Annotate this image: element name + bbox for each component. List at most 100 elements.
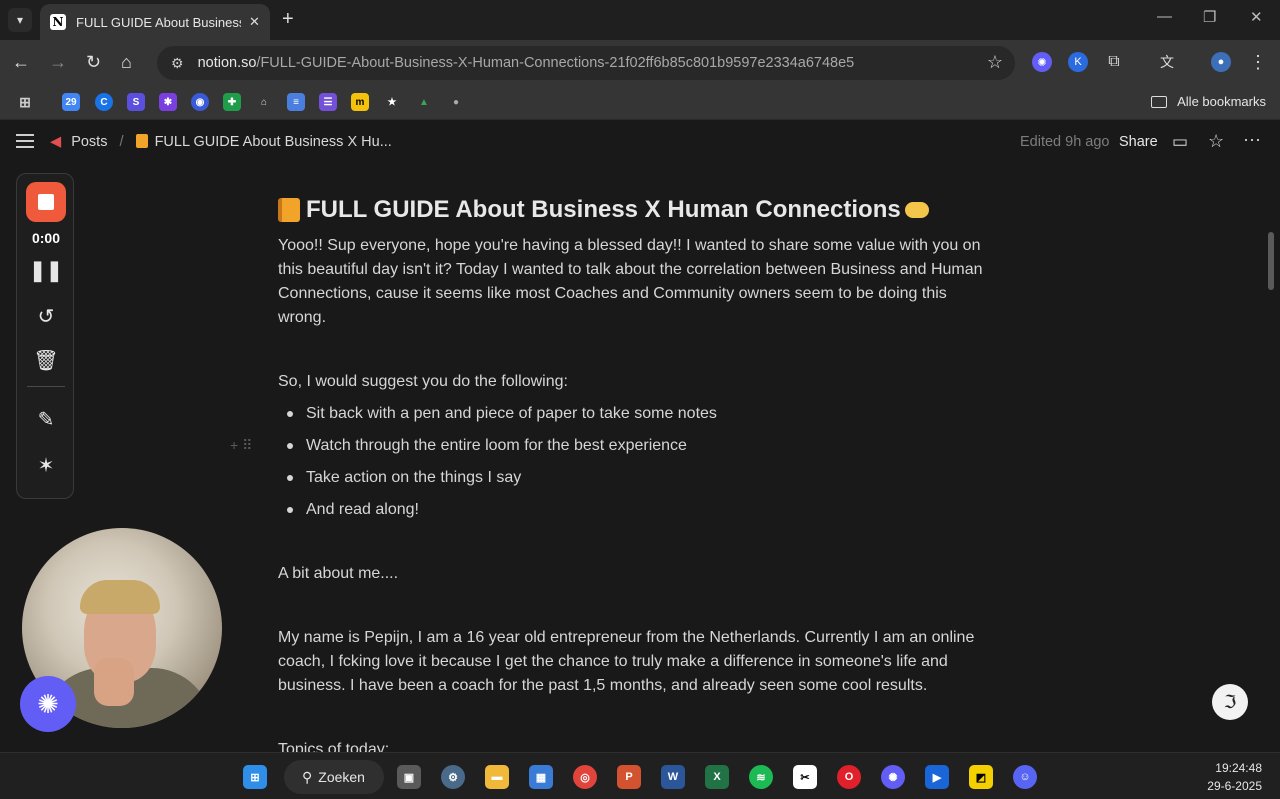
about-line: business. I have been a coach for the pa…	[278, 677, 928, 694]
capcut-icon[interactable]: ✂	[793, 765, 817, 789]
block-drag-handle-icon[interactable]: + ⠿	[230, 437, 252, 454]
back-icon[interactable]: ←	[12, 52, 30, 73]
bookmark-globe-icon[interactable]: ◉	[191, 93, 209, 111]
reload-icon[interactable]: ↻	[86, 52, 101, 73]
tab-close-icon[interactable]: ✕	[249, 14, 260, 30]
restore-icon[interactable]: ❐	[1203, 8, 1216, 26]
comments-icon[interactable]: ▭	[1172, 132, 1188, 152]
about-heading[interactable]: A bit about me....	[278, 562, 398, 586]
list-item[interactable]: And read along!	[278, 498, 717, 530]
store-icon[interactable]: ▦	[529, 765, 553, 789]
list-item[interactable]: Take action on the things I say	[278, 466, 717, 498]
app-icon[interactable]: ▶	[925, 765, 949, 789]
about-paragraph[interactable]: My name is Pepijn, I am a 16 year old en…	[278, 626, 974, 698]
bookmark-home-icon[interactable]: ⌂	[255, 93, 273, 111]
delete-icon[interactable]: 🗑	[17, 348, 75, 373]
favorite-star-icon[interactable]: ☆	[1208, 131, 1224, 152]
note-icon	[135, 134, 148, 148]
bookmark-s-icon[interactable]: S	[127, 93, 145, 111]
calendar-bookmark-icon[interactable]: 29	[62, 93, 80, 111]
draw-icon[interactable]: ✎	[17, 407, 75, 432]
bookmark-docs-icon[interactable]: ≡	[287, 93, 305, 111]
apps-grid-icon[interactable]: ⊞	[16, 93, 34, 111]
breadcrumb-page[interactable]: FULL GUIDE About Business X Hu...	[155, 134, 392, 150]
settings-icon[interactable]: ⚙	[441, 765, 465, 789]
new-tab-button[interactable]: +	[282, 8, 294, 31]
bookmark-star-icon[interactable]: ★	[383, 93, 401, 111]
loom-taskbar-icon[interactable]: ✺	[881, 765, 905, 789]
sticky-notes-icon[interactable]: ◩	[969, 765, 993, 789]
spotify-icon[interactable]: ≋	[749, 765, 773, 789]
start-icon[interactable]: ⊞	[243, 765, 267, 789]
discord-icon[interactable]: ☺	[1013, 765, 1037, 789]
url-text: notion.so/FULL-GUIDE-About-Business-X-Hu…	[198, 55, 855, 71]
chrome-icon[interactable]: ◎	[573, 765, 597, 789]
bullet-list: Sit back with a pen and piece of paper t…	[278, 402, 717, 530]
bookmark-miro-icon[interactable]: m	[351, 93, 369, 111]
stop-recording-button[interactable]	[26, 182, 66, 222]
window-close-icon[interactable]: ✕	[1250, 8, 1263, 26]
intro-paragraph[interactable]: Yooo!! Sup everyone, hope you're having …	[278, 234, 983, 330]
suggest-text[interactable]: So, I would suggest you do the following…	[278, 370, 568, 394]
home-icon[interactable]: ⌂	[121, 52, 132, 73]
loom-launcher-icon[interactable]: ✺	[20, 676, 76, 732]
address-bar[interactable]: ⚙ notion.so/FULL-GUIDE-About-Business-X-…	[157, 46, 1015, 80]
translate-icon[interactable]: 文	[1157, 52, 1177, 72]
notion-ai-icon[interactable]: ℑ	[1212, 684, 1248, 720]
taskbar-search[interactable]: ⚲ Zoeken	[284, 760, 384, 794]
folder-icon	[1151, 95, 1168, 108]
share-button[interactable]: Share	[1119, 134, 1158, 150]
loom-extension-icon[interactable]: ✺	[1032, 52, 1052, 72]
extensions-puzzle-icon[interactable]: ⧉	[1104, 52, 1124, 72]
browser-tab[interactable]: N FULL GUIDE About Business X Hu ✕	[40, 4, 270, 40]
excel-icon[interactable]: X	[705, 765, 729, 789]
pause-icon[interactable]: ❚❚	[17, 258, 75, 283]
webcam-person-hair	[80, 580, 160, 614]
page-title-row: FULL GUIDE About Business X Human Connec…	[278, 196, 929, 224]
all-bookmarks-button[interactable]: Alle bookmarks	[1151, 94, 1266, 109]
webcam-person-hand	[94, 658, 134, 706]
bookmark-apple-icon[interactable]: ●	[447, 93, 465, 111]
more-options-icon[interactable]: ···	[1243, 129, 1261, 150]
intro-line: this beautiful day isn't it? Today I wan…	[278, 261, 983, 278]
url-host: notion.so	[197, 55, 257, 71]
list-item[interactable]: Sit back with a pen and piece of paper t…	[278, 402, 717, 434]
profile-avatar[interactable]: ●	[1211, 52, 1231, 72]
system-clock[interactable]: 19:24:48 29-6-2025	[1207, 759, 1262, 795]
powerpoint-icon[interactable]: P	[617, 765, 641, 789]
bookmark-c-icon[interactable]: C	[95, 93, 113, 111]
handshake-emoji-icon	[904, 202, 929, 218]
site-info-icon[interactable]: ⚙	[171, 55, 184, 72]
bookmark-forms-icon[interactable]: ☰	[319, 93, 337, 111]
about-line: coach, I fcking love it because I get th…	[278, 653, 948, 670]
list-item[interactable]: Watch through the entire loom for the be…	[278, 434, 717, 466]
file-explorer-icon[interactable]: ▬	[485, 765, 509, 789]
bookmarks-bar: ⊞ 29 C S ✱ ◉ ✚ ⌂ ≡ ☰ m ★ ▲ ● Alle bookma…	[0, 86, 1280, 120]
bookmark-star-icon[interactable]: ☆	[987, 52, 1003, 73]
edited-status: Edited 9h ago	[1020, 134, 1110, 150]
bookmark-sheets-icon[interactable]: ✚	[223, 93, 241, 111]
word-icon[interactable]: W	[661, 765, 685, 789]
breadcrumb-posts[interactable]: Posts	[71, 134, 107, 150]
sidebar-menu-icon[interactable]	[16, 134, 34, 152]
bookmark-slack-icon[interactable]: ✱	[159, 93, 177, 111]
page-title[interactable]: FULL GUIDE About Business X Human Connec…	[306, 196, 901, 224]
task-view-icon[interactable]: ▣	[397, 765, 421, 789]
forward-icon[interactable]: →	[49, 52, 67, 73]
browser-tab-strip: ▾ N FULL GUIDE About Business X Hu ✕ + —…	[0, 0, 1280, 40]
extension-icon[interactable]: K	[1068, 52, 1088, 72]
topics-heading[interactable]: Topics of today:	[278, 738, 389, 752]
opera-icon[interactable]: O	[837, 765, 861, 789]
minimize-icon[interactable]: —	[1157, 8, 1172, 25]
restart-icon[interactable]: ↺	[17, 304, 75, 329]
breadcrumb-separator: /	[119, 134, 124, 150]
confetti-icon[interactable]: ✶	[17, 453, 75, 478]
chrome-menu-icon[interactable]: ⋮	[1248, 52, 1268, 72]
notebook-emoji-icon	[278, 198, 300, 222]
browser-toolbar: ← → ↻ ⌂ ⚙ notion.so/FULL-GUIDE-About-Bus…	[0, 40, 1280, 86]
bookmark-drive-icon[interactable]: ▲	[415, 93, 433, 111]
tab-search-button[interactable]: ▾	[8, 8, 32, 32]
url-path: /FULL-GUIDE-About-Business-X-Human-Conne…	[256, 55, 855, 71]
megaphone-icon: ◀	[50, 134, 62, 150]
scrollbar[interactable]	[1268, 232, 1274, 290]
